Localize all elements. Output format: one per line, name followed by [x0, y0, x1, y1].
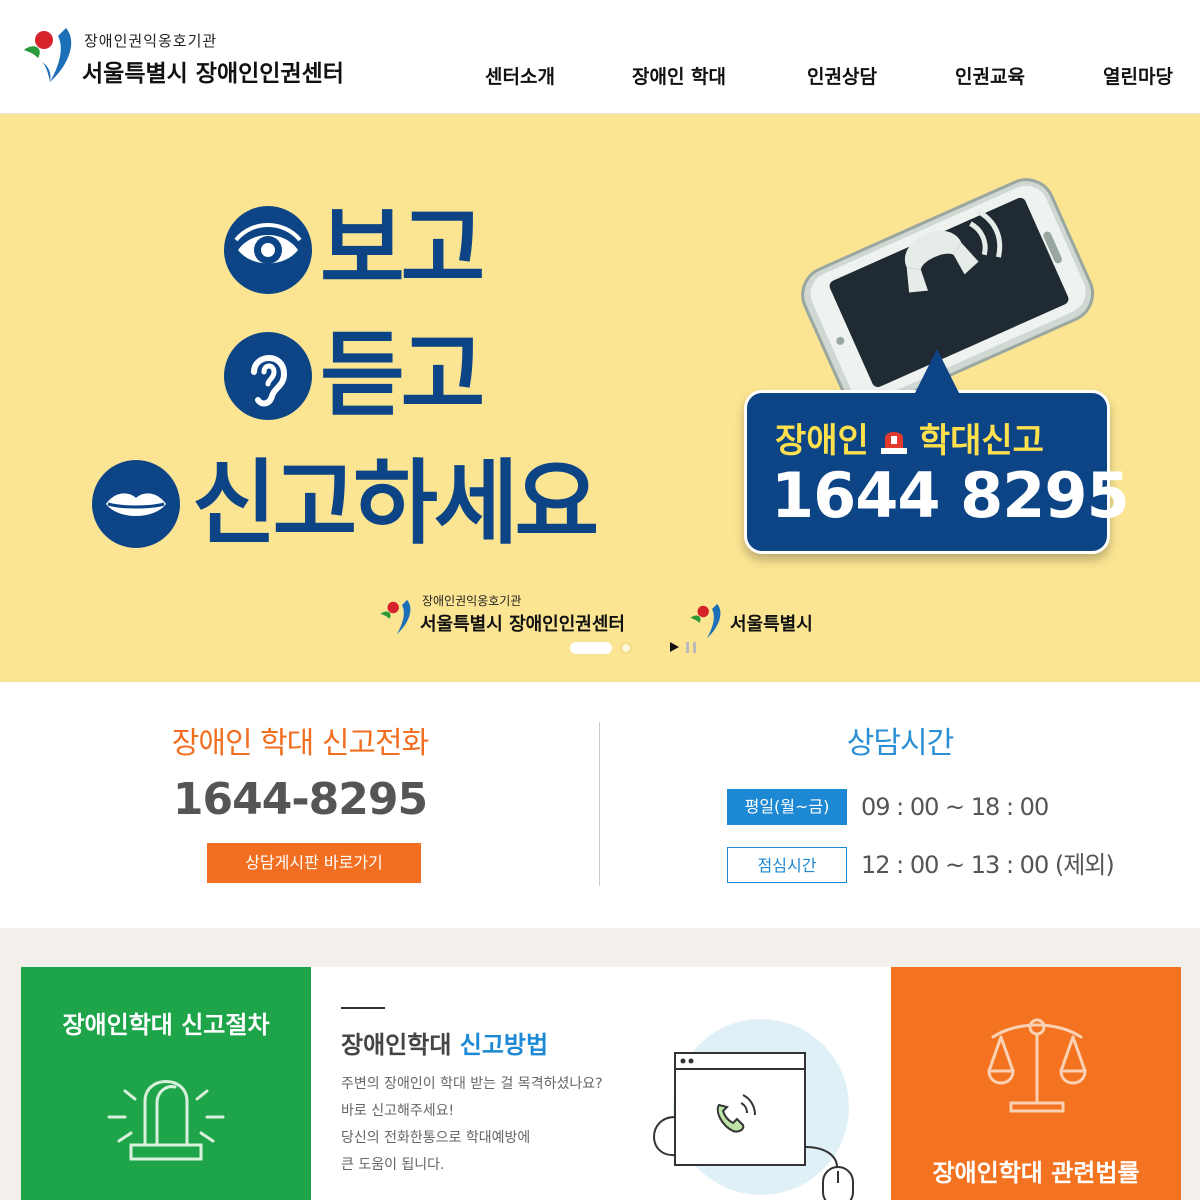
report-callout[interactable]: 장애인 학대신고 1644 8295 — [744, 349, 1130, 554]
report-method-title: 장애인학대 신고방법 — [341, 1025, 548, 1060]
counsel-board-button[interactable]: 상담게시판 바로가기 — [207, 843, 421, 883]
weekday-label: 평일(월~금) — [727, 789, 847, 825]
logo-subtitle: 장애인권익옹호기관 — [84, 32, 218, 50]
main-nav: 센터소개 장애인 학대 인권상담 인권교육 열린마당 — [440, 62, 1200, 92]
seoul-logo-icon — [690, 603, 721, 639]
slogan-hear: 듣고 — [320, 322, 485, 429]
callout-heading: 장애인 학대신고 — [775, 413, 1044, 462]
center-logo-icon — [380, 599, 411, 635]
consult-hours-panel: 상담시간 평일(월~금) 09 : 00 ~ 18 : 00 점심시간 12 :… — [600, 682, 1200, 928]
siren-icon — [107, 1080, 225, 1161]
logo-title: 서울특별시 장애인인권센터 — [82, 61, 344, 87]
nav-item-education[interactable]: 인권교육 — [955, 62, 1025, 89]
slogan-report: 신고하세요 — [192, 450, 599, 557]
pause-icon[interactable] — [686, 642, 696, 653]
report-method-card[interactable]: 장애인학대 신고방법 주변의 장애인이 학대 받는 걸 목격하셨나요? 바로 신… — [311, 967, 891, 1200]
eye-icon — [224, 206, 312, 294]
online-call-icon — [653, 1019, 854, 1200]
consult-hours-title: 상담시간 — [846, 726, 954, 761]
center-logo-icon — [24, 28, 72, 82]
quick-links-section: 장애인학대 신고절차 장애인학대 신고방법 주변의 장애인이 학대 받는 걸 목… — [0, 928, 1200, 1200]
banner-logos: 장애인권익옹호기관 서울특별시 장애인인권센터 서울특별시 — [378, 590, 838, 646]
related-laws-title: 장애인학대 관련법률 — [932, 1159, 1140, 1187]
related-laws-card[interactable]: 장애인학대 관련법률 — [891, 967, 1181, 1200]
callout-phone-number: 1644 8295 — [771, 459, 1130, 532]
report-phone-title: 장애인 학대 신고전화 — [171, 726, 429, 761]
lunch-label: 점심시간 — [727, 847, 847, 883]
desc-line: 주변의 장애인이 학대 받는 걸 목격하셨나요? — [341, 1076, 603, 1092]
banner-logo-subtitle: 장애인권익옹호기관 — [422, 594, 522, 608]
desc-line: 바로 신고해주세요! — [341, 1103, 455, 1119]
nav-item-center-intro[interactable]: 센터소개 — [485, 62, 555, 89]
siren-icon — [877, 425, 911, 455]
report-method-desc: 주변의 장애인이 학대 받는 걸 목격하셨나요? 바로 신고해주세요! 당신의 … — [341, 1071, 661, 1179]
callout-heading-right: 학대신고 — [918, 421, 1044, 461]
nav-item-counseling[interactable]: 인권상담 — [807, 62, 877, 89]
report-procedure-title: 장애인학대 신고절차 — [62, 1011, 270, 1039]
weekday-time: 09 : 00 ~ 18 : 00 — [861, 793, 1049, 821]
nav-item-open-forum[interactable]: 열린마당 — [1103, 62, 1173, 89]
report-method-title-a: 장애인학대 — [341, 1031, 452, 1059]
hotline-section: 장애인 학대 신고전화 1644-8295 상담게시판 바로가기 상담시간 평일… — [0, 682, 1200, 928]
slogan-row-see: 보고 — [224, 200, 524, 300]
slogan-row-report: 신고하세요 — [92, 454, 652, 554]
scales-icon — [987, 1018, 1087, 1113]
slider-controls — [570, 642, 710, 658]
lips-icon — [92, 460, 180, 548]
lunch-hours-row: 점심시간 12 : 00 ~ 13 : 00 (제외) — [727, 847, 1127, 885]
banner-seoul-title: 서울특별시 — [730, 614, 813, 635]
play-icon[interactable] — [670, 642, 679, 652]
site-header: 장애인권익옹호기관 서울특별시 장애인인권센터 센터소개 장애인 학대 인권상담… — [0, 0, 1200, 114]
slide-indicator-1[interactable] — [570, 642, 612, 654]
slogan-see: 보고 — [320, 196, 485, 303]
slogan-row-hear: 듣고 — [224, 326, 524, 426]
weekday-hours-row: 평일(월~금) 09 : 00 ~ 18 : 00 — [727, 789, 1127, 827]
ear-icon — [224, 332, 312, 420]
report-method-title-b: 신고방법 — [459, 1031, 549, 1059]
hero-banner[interactable]: 보고 듣고 신고하세요 장애인 학대신고 1644 8295 장애인권익옹호기관… — [0, 114, 1200, 682]
banner-logo-title: 서울특별시 장애인인권센터 — [420, 614, 625, 635]
report-phone-number: 1644-8295 — [172, 774, 428, 825]
callout-heading-left: 장애인 — [775, 421, 869, 461]
desc-line: 큰 도움이 됩니다. — [341, 1157, 445, 1173]
desc-line: 당신의 전화한통으로 학대예방에 — [341, 1130, 531, 1146]
report-procedure-card[interactable]: 장애인학대 신고절차 — [21, 967, 311, 1200]
slide-indicator-2[interactable] — [620, 642, 632, 654]
site-logo[interactable]: 장애인권익옹호기관 서울특별시 장애인인권센터 — [20, 22, 380, 88]
lunch-time: 12 : 00 ~ 13 : 00 (제외) — [861, 851, 1115, 879]
title-accent-line — [341, 1007, 385, 1009]
report-phone-panel: 장애인 학대 신고전화 1644-8295 상담게시판 바로가기 — [0, 682, 600, 928]
nav-item-abuse[interactable]: 장애인 학대 — [632, 62, 726, 89]
